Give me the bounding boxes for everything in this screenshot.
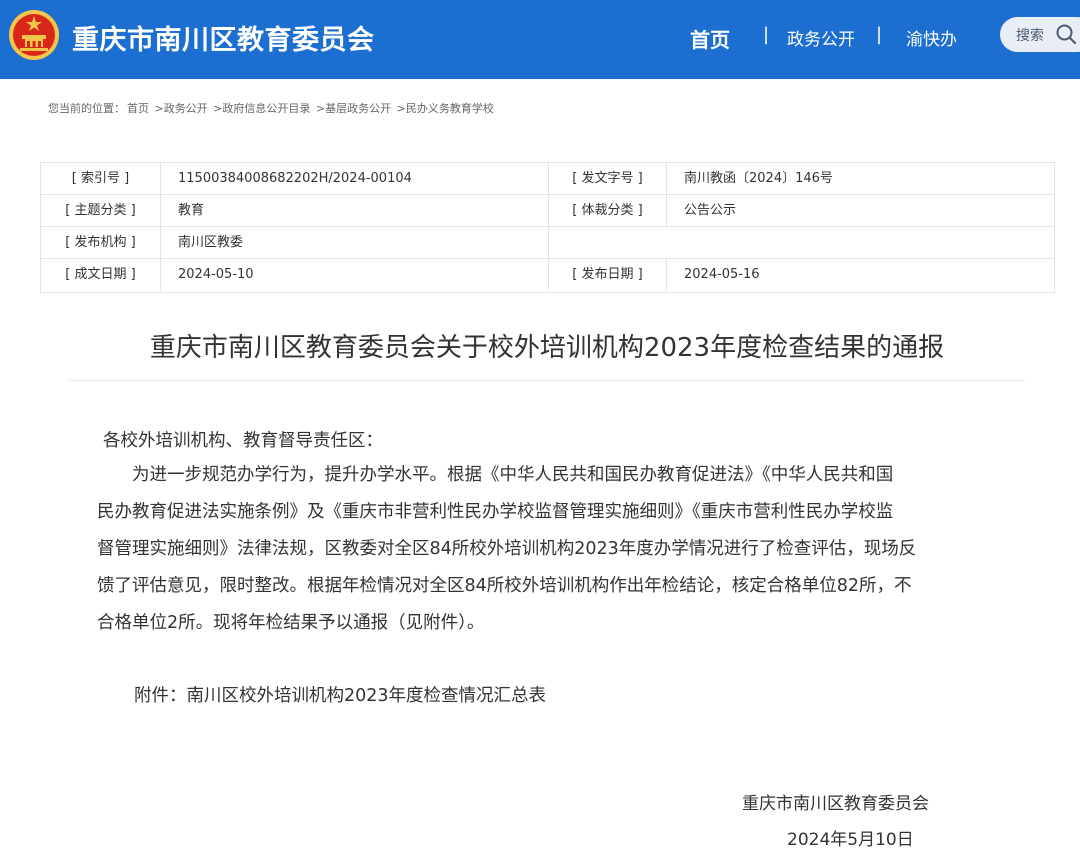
- signature-date: 2024年5月10日: [787, 830, 914, 850]
- meta-label-publish-date: [ 发布日期 ]: [549, 259, 667, 291]
- document-meta-table: [ 索引号 ] 11500384008682202H/2024-00104 [ …: [40, 162, 1055, 293]
- meta-label-publisher: [ 发布机构 ]: [41, 227, 161, 259]
- article-paragraph-line: 民办教育促进法实施条例》及《重庆市非营利性民办学校监督管理实施细则》《重庆市营利…: [97, 502, 894, 522]
- title-divider: [70, 380, 1025, 381]
- meta-value-written-date: 2024-05-10: [161, 259, 549, 291]
- article-paragraph-line: 馈了评估意见，限时整改。根据年检情况对全区84所校外培训机构作出年检结论，核定合…: [97, 576, 912, 596]
- meta-value-doc-number: 南川教函〔2024〕146号: [684, 171, 833, 186]
- article-paragraph-line: 为进一步规范办学行为，提升办学水平。根据《中华人民共和国民办教育促进法》《中华人…: [97, 465, 894, 485]
- site-title[interactable]: 重庆市南川区教育委员会: [72, 18, 375, 57]
- breadcrumb-item-catalog[interactable]: >政府信息公开目录: [213, 102, 310, 115]
- meta-row: [ 主题分类 ] 教育 [ 体裁分类 ] 公告公示: [41, 195, 1054, 227]
- article-salutation: 各校外培训机构、教育督导责任区：: [103, 431, 383, 451]
- nav-separator: |: [763, 24, 770, 45]
- breadcrumb-item-grassroots[interactable]: >基层政务公开: [316, 102, 391, 115]
- signature-organization: 重庆市南川区教育委员会: [742, 794, 929, 814]
- breadcrumb-prefix: 您当前的位置：: [48, 102, 125, 115]
- meta-label-genre: [ 体裁分类 ]: [549, 195, 667, 227]
- meta-value-index: 11500384008682202H/2024-00104: [161, 163, 549, 195]
- search-icon[interactable]: [1055, 23, 1077, 45]
- breadcrumb-item-gov-affairs[interactable]: >政务公开: [155, 102, 208, 115]
- meta-value-topic: 教育: [161, 195, 549, 227]
- meta-label-index: [ 索引号 ]: [41, 163, 161, 195]
- meta-label-doc-number: [ 发文字号 ]: [549, 163, 667, 195]
- meta-row: [ 索引号 ] 11500384008682202H/2024-00104 [ …: [41, 163, 1054, 195]
- meta-label-written-date: [ 成文日期 ]: [41, 259, 161, 291]
- article-title: 重庆市南川区教育委员会关于校外培训机构2023年度检查结果的通报: [149, 333, 945, 363]
- breadcrumb: 您当前的位置： 首页 >政务公开 >政府信息公开目录 >基层政务公开 >民办义务教…: [48, 100, 496, 116]
- nav-gov-affairs[interactable]: 政务公开: [787, 25, 855, 50]
- meta-value-genre: 公告公示: [684, 203, 737, 218]
- meta-row: [ 成文日期 ] 2024-05-10 [ 发布日期 ] 2024-05-16: [41, 259, 1054, 291]
- nav-separator: |: [876, 24, 883, 45]
- meta-value-empty: [667, 227, 1054, 259]
- search-box[interactable]: 搜索: [1000, 17, 1080, 52]
- article-paragraph-line: 督管理实施细则》法律法规，区教委对全区84所校外培训机构2023年度办学情况进行…: [97, 539, 917, 559]
- meta-row: [ 发布机构 ] 南川区教委: [41, 227, 1054, 259]
- attachment-link[interactable]: 附件：南川区校外培训机构2023年度检查情况汇总表: [134, 682, 546, 707]
- site-header: 重庆市南川区教育委员会 首页 | 政务公开 | 渝快办 搜索: [0, 0, 1080, 79]
- breadcrumb-item-private-schools[interactable]: >民办义务教育学校: [397, 102, 494, 115]
- national-emblem-icon[interactable]: [8, 9, 60, 61]
- article-paragraph-line: 合格单位2所。现将年检结果予以通报（见附件）。: [97, 613, 485, 633]
- meta-label-empty: [549, 227, 667, 259]
- nav-yukuaiban[interactable]: 渝快办: [906, 25, 957, 50]
- search-label[interactable]: 搜索: [1016, 25, 1044, 45]
- meta-label-topic: [ 主题分类 ]: [41, 195, 161, 227]
- meta-value-publish-date: 2024-05-16: [684, 267, 760, 282]
- nav-home[interactable]: 首页: [690, 24, 730, 53]
- meta-value-publisher: 南川区教委: [161, 227, 549, 259]
- breadcrumb-item-home[interactable]: 首页: [127, 102, 149, 115]
